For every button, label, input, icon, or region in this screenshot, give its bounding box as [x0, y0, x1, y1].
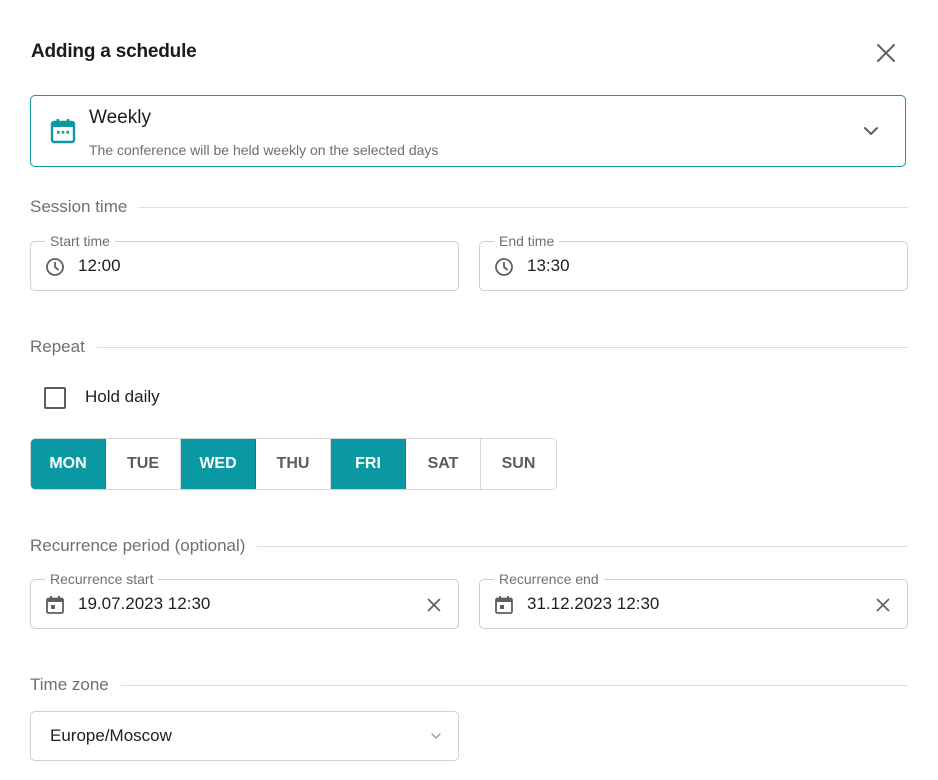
section-label: Recurrence period (optional) [30, 536, 246, 555]
repeat-section: Repeat [30, 336, 908, 358]
recurrence-start-value: 19.07.2023 12:30 [78, 594, 211, 613]
clear-recurrence-start-button[interactable] [422, 593, 446, 617]
calendar-icon [46, 596, 64, 614]
hold-daily-checkbox[interactable] [44, 387, 66, 409]
schedule-type-select[interactable]: Weekly The conference will be held weekl… [30, 95, 906, 167]
start-time-value: 12:00 [78, 256, 121, 275]
time-zone-select[interactable]: Europe/Moscow [30, 711, 459, 761]
dialog-title: Adding a schedule [31, 41, 197, 62]
day-toggle-sun[interactable]: SUN [481, 439, 556, 489]
day-toggle-tue[interactable]: TUE [106, 439, 181, 489]
day-toggle-wed[interactable]: WED [181, 439, 256, 489]
clock-icon [495, 258, 513, 276]
weekday-selector: MON TUE WED THU FRI SAT SUN [30, 438, 557, 490]
start-time-field[interactable]: Start time 12:00 [30, 232, 459, 291]
time-zone-section: Time zone [30, 674, 908, 696]
day-toggle-sat[interactable]: SAT [406, 439, 481, 489]
day-toggle-mon[interactable]: MON [31, 439, 106, 489]
close-icon [876, 598, 890, 612]
clear-recurrence-end-button[interactable] [871, 593, 895, 617]
clock-icon [46, 258, 64, 276]
schedule-type-name: Weekly [89, 107, 151, 128]
section-label: Session time [30, 197, 128, 216]
close-button[interactable] [870, 37, 902, 69]
calendar-icon [495, 596, 513, 614]
recurrence-end-value: 31.12.2023 12:30 [527, 594, 660, 613]
divider [139, 206, 908, 208]
end-time-label: End time [494, 232, 560, 250]
divider [120, 684, 908, 686]
section-label: Time zone [30, 675, 109, 694]
recurrence-start-field[interactable]: Recurrence start 19.07.2023 12:30 [30, 570, 459, 629]
section-label: Repeat [30, 337, 85, 356]
session-time-section: Session time [30, 196, 908, 218]
schedule-type-description: The conference will be held weekly on th… [89, 142, 439, 158]
chevron-down-icon [431, 733, 441, 739]
recurrence-end-label: Recurrence end [494, 570, 604, 588]
end-time-value: 13:30 [527, 256, 570, 275]
hold-daily-label[interactable]: Hold daily [85, 387, 160, 407]
recurrence-section: Recurrence period (optional) [30, 535, 908, 557]
divider [257, 545, 908, 547]
day-toggle-thu[interactable]: THU [256, 439, 331, 489]
calendar-icon [50, 119, 76, 144]
day-toggle-fri[interactable]: FRI [331, 439, 406, 489]
start-time-label: Start time [45, 232, 115, 250]
recurrence-start-label: Recurrence start [45, 570, 159, 588]
divider [96, 346, 908, 348]
close-icon [427, 598, 441, 612]
chevron-down-icon [864, 127, 878, 135]
time-zone-value: Europe/Moscow [50, 726, 172, 745]
close-icon [877, 44, 895, 62]
end-time-field[interactable]: End time 13:30 [479, 232, 908, 291]
recurrence-end-field[interactable]: Recurrence end 31.12.2023 12:30 [479, 570, 908, 629]
